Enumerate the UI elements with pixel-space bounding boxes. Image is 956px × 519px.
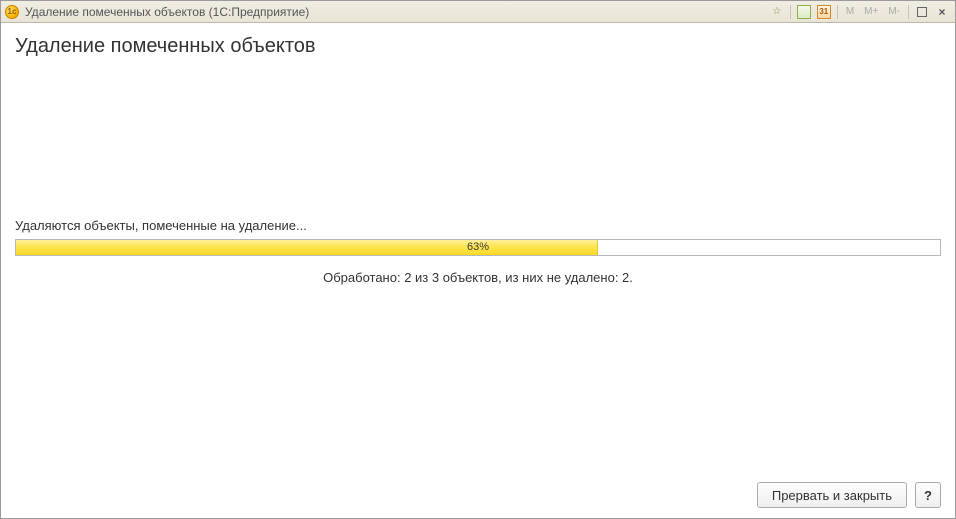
help-button[interactable]: ?	[915, 482, 941, 508]
titlebar-right: ☆ 31 M M+ M- ×	[768, 4, 951, 20]
calendar-day-icon: 31	[817, 5, 831, 19]
cancel-close-button[interactable]: Прервать и закрыть	[757, 482, 907, 508]
titlebar-separator	[790, 5, 791, 19]
titlebar: 1c Удаление помеченных объектов (1С:Пред…	[1, 1, 955, 23]
maximize-icon	[917, 7, 927, 17]
footer: Прервать и закрыть ?	[15, 474, 941, 508]
calc-m-button[interactable]: M	[842, 4, 858, 20]
titlebar-left: 1c Удаление помеченных объектов (1С:Пред…	[5, 5, 768, 19]
progress-label: 63%	[16, 240, 940, 255]
titlebar-separator	[837, 5, 838, 19]
calendar-icon	[797, 5, 811, 19]
window: 1c Удаление помеченных объектов (1С:Пред…	[0, 0, 956, 519]
close-button[interactable]: ×	[933, 4, 951, 20]
progress-bar: 63%	[15, 239, 941, 256]
app-icon: 1c	[5, 5, 19, 19]
titlebar-separator	[908, 5, 909, 19]
content-area: Удаление помеченных объектов Удаляются о…	[1, 23, 955, 518]
status-text: Удаляются объекты, помеченные на удалени…	[15, 218, 941, 233]
window-title: Удаление помеченных объектов (1С:Предпри…	[25, 5, 309, 19]
close-icon: ×	[938, 5, 945, 19]
calc-m-minus-button[interactable]: M-	[884, 4, 904, 20]
maximize-button[interactable]	[913, 4, 931, 20]
favorite-button[interactable]: ☆	[768, 4, 786, 20]
star-icon: ☆	[772, 6, 781, 17]
page-title: Удаление помеченных объектов	[15, 35, 941, 58]
processed-summary: Обработано: 2 из 3 объектов, из них не у…	[15, 270, 941, 285]
calc-m-plus-button[interactable]: M+	[860, 4, 882, 20]
calendar-button-1[interactable]	[795, 4, 813, 20]
calendar-button-2[interactable]: 31	[815, 4, 833, 20]
